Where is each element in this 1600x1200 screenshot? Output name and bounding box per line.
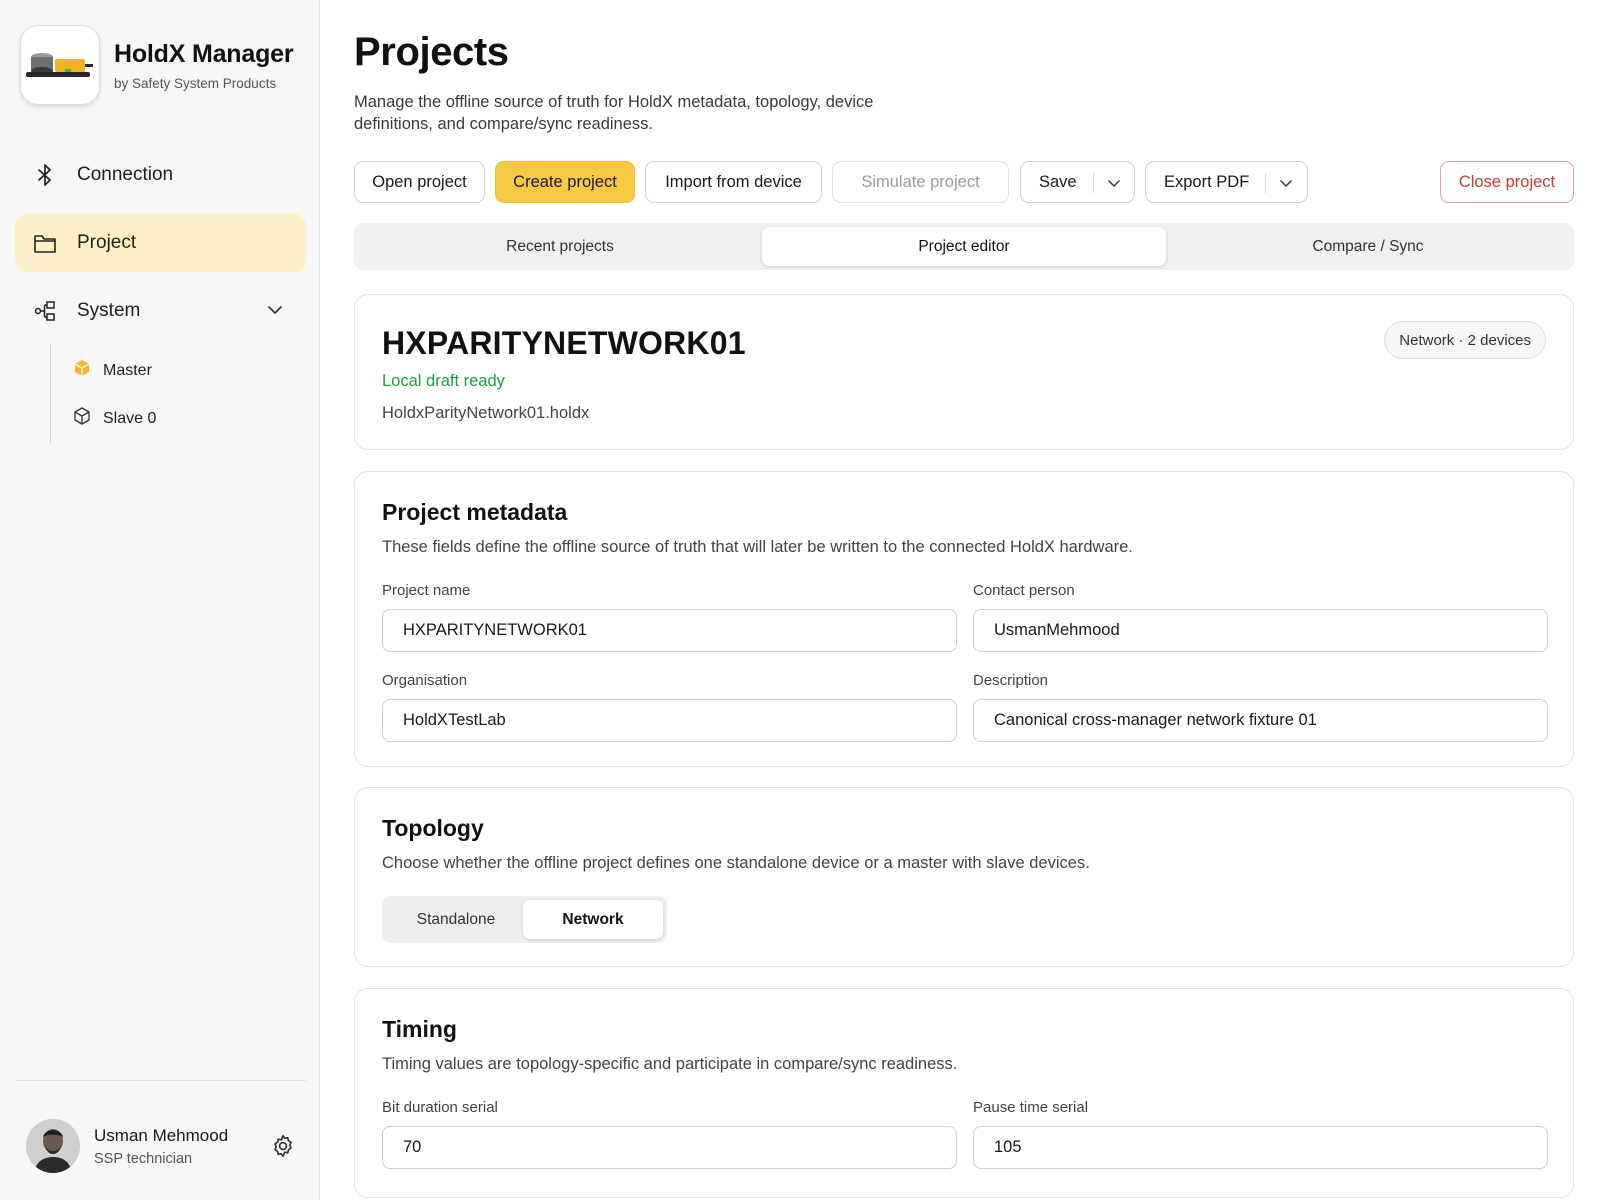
cube-outline-icon (73, 407, 91, 430)
section-title: Project metadata (382, 499, 568, 525)
bit-duration-serial-label: Bit duration serial (382, 1099, 498, 1116)
user-profile: Usman Mehmood SSP technician (26, 1119, 228, 1173)
organisation-field[interactable] (382, 699, 957, 742)
tab-recent-projects[interactable]: Recent projects (358, 227, 762, 266)
avatar (26, 1119, 80, 1173)
user-role: SSP technician (94, 1150, 193, 1167)
toolbar: Open project Create project Import from … (354, 161, 1574, 203)
tree-item-slave-0[interactable]: Slave 0 (73, 407, 156, 430)
device-logo-icon (20, 25, 100, 105)
brand: HoldX Manager by Safety System Products (20, 25, 294, 105)
app-subtitle: by Safety System Products (114, 75, 277, 91)
sidebar-item-label: Project (77, 232, 137, 253)
contact-person-label: Contact person (973, 582, 1075, 599)
split-divider (1093, 173, 1094, 193)
tree-item-label: Master (103, 361, 152, 379)
description-label: Description (973, 672, 1049, 689)
chevron-down-icon[interactable] (266, 301, 284, 324)
section-title: Topology (382, 815, 484, 841)
chevron-down-icon[interactable] (1106, 175, 1122, 196)
organisation-label: Organisation (382, 672, 468, 689)
project-name-field[interactable] (382, 609, 957, 652)
topology-option-standalone[interactable]: Standalone (386, 900, 526, 939)
project-metadata-card: Project metadata These fields define the… (354, 471, 1574, 767)
section-description: Timing values are topology-specific and … (382, 1055, 958, 1073)
sidebar-divider (15, 1080, 306, 1081)
import-from-device-button[interactable]: Import from device (645, 161, 822, 203)
section-title: Timing (382, 1016, 457, 1042)
project-file-name: HoldxParityNetwork01.holdx (382, 404, 590, 422)
tree-item-label: Slave 0 (103, 409, 157, 427)
tab-bar: Recent projects Project editor Compare /… (354, 223, 1574, 270)
chevron-down-icon[interactable] (1278, 175, 1294, 196)
topology-option-network[interactable]: Network (523, 900, 663, 939)
timing-card: Timing Timing values are topology-specif… (354, 988, 1574, 1198)
project-summary-card: HXPARITYNETWORK01 Local draft ready Hold… (354, 294, 1574, 450)
system-tree: Master Slave 0 (50, 344, 290, 444)
app-title: HoldX Manager (114, 39, 294, 68)
split-divider (1265, 173, 1266, 193)
section-description: Choose whether the offline project defin… (382, 854, 1090, 872)
sidebar-item-connection[interactable]: Connection (15, 146, 306, 204)
status-text: Local draft ready (382, 372, 505, 390)
description-field[interactable] (973, 699, 1548, 742)
folder-icon (33, 231, 57, 255)
section-description: These fields define the offline source o… (382, 538, 1133, 556)
tab-project-editor[interactable]: Project editor (762, 227, 1166, 266)
tab-compare-sync[interactable]: Compare / Sync (1166, 227, 1570, 266)
topology-toggle: Standalone Network (382, 896, 667, 943)
sidebar-item-label: System (77, 300, 141, 321)
bluetooth-icon (33, 163, 57, 187)
user-name: Usman Mehmood (94, 1125, 229, 1145)
page-description: Manage the offline source of truth for H… (354, 93, 874, 133)
open-project-button[interactable]: Open project (354, 161, 485, 203)
contact-person-field[interactable] (973, 609, 1548, 652)
gear-icon[interactable] (270, 1133, 296, 1159)
pause-time-serial-label: Pause time serial (973, 1099, 1089, 1116)
cube-filled-icon (73, 359, 91, 382)
topology-card: Topology Choose whether the offline proj… (354, 787, 1574, 967)
status-badge: Network · 2 devices (1384, 321, 1546, 359)
export-pdf-button-label: Export PDF (1164, 172, 1250, 191)
sidebar-item-project[interactable]: Project (15, 214, 306, 272)
sidebar-item-system[interactable]: System (15, 282, 306, 340)
save-button-label: Save (1039, 172, 1077, 191)
pause-time-serial-field[interactable] (973, 1126, 1548, 1169)
create-project-button[interactable]: Create project (495, 161, 635, 203)
export-pdf-split-button[interactable]: Export PDF (1145, 161, 1308, 203)
project-name-label: Project name (382, 582, 471, 599)
page-title: Projects (354, 30, 509, 74)
topology-icon (33, 299, 57, 323)
project-name-heading: HXPARITYNETWORK01 (382, 325, 746, 361)
bit-duration-serial-field[interactable] (382, 1126, 957, 1169)
sidebar-item-label: Connection (77, 164, 174, 185)
simulate-project-button[interactable]: Simulate project (832, 161, 1009, 203)
close-project-button[interactable]: Close project (1440, 161, 1574, 203)
sidebar: HoldX Manager by Safety System Products … (0, 0, 320, 1200)
tree-item-master[interactable]: Master (73, 359, 152, 382)
save-split-button[interactable]: Save (1020, 161, 1135, 203)
